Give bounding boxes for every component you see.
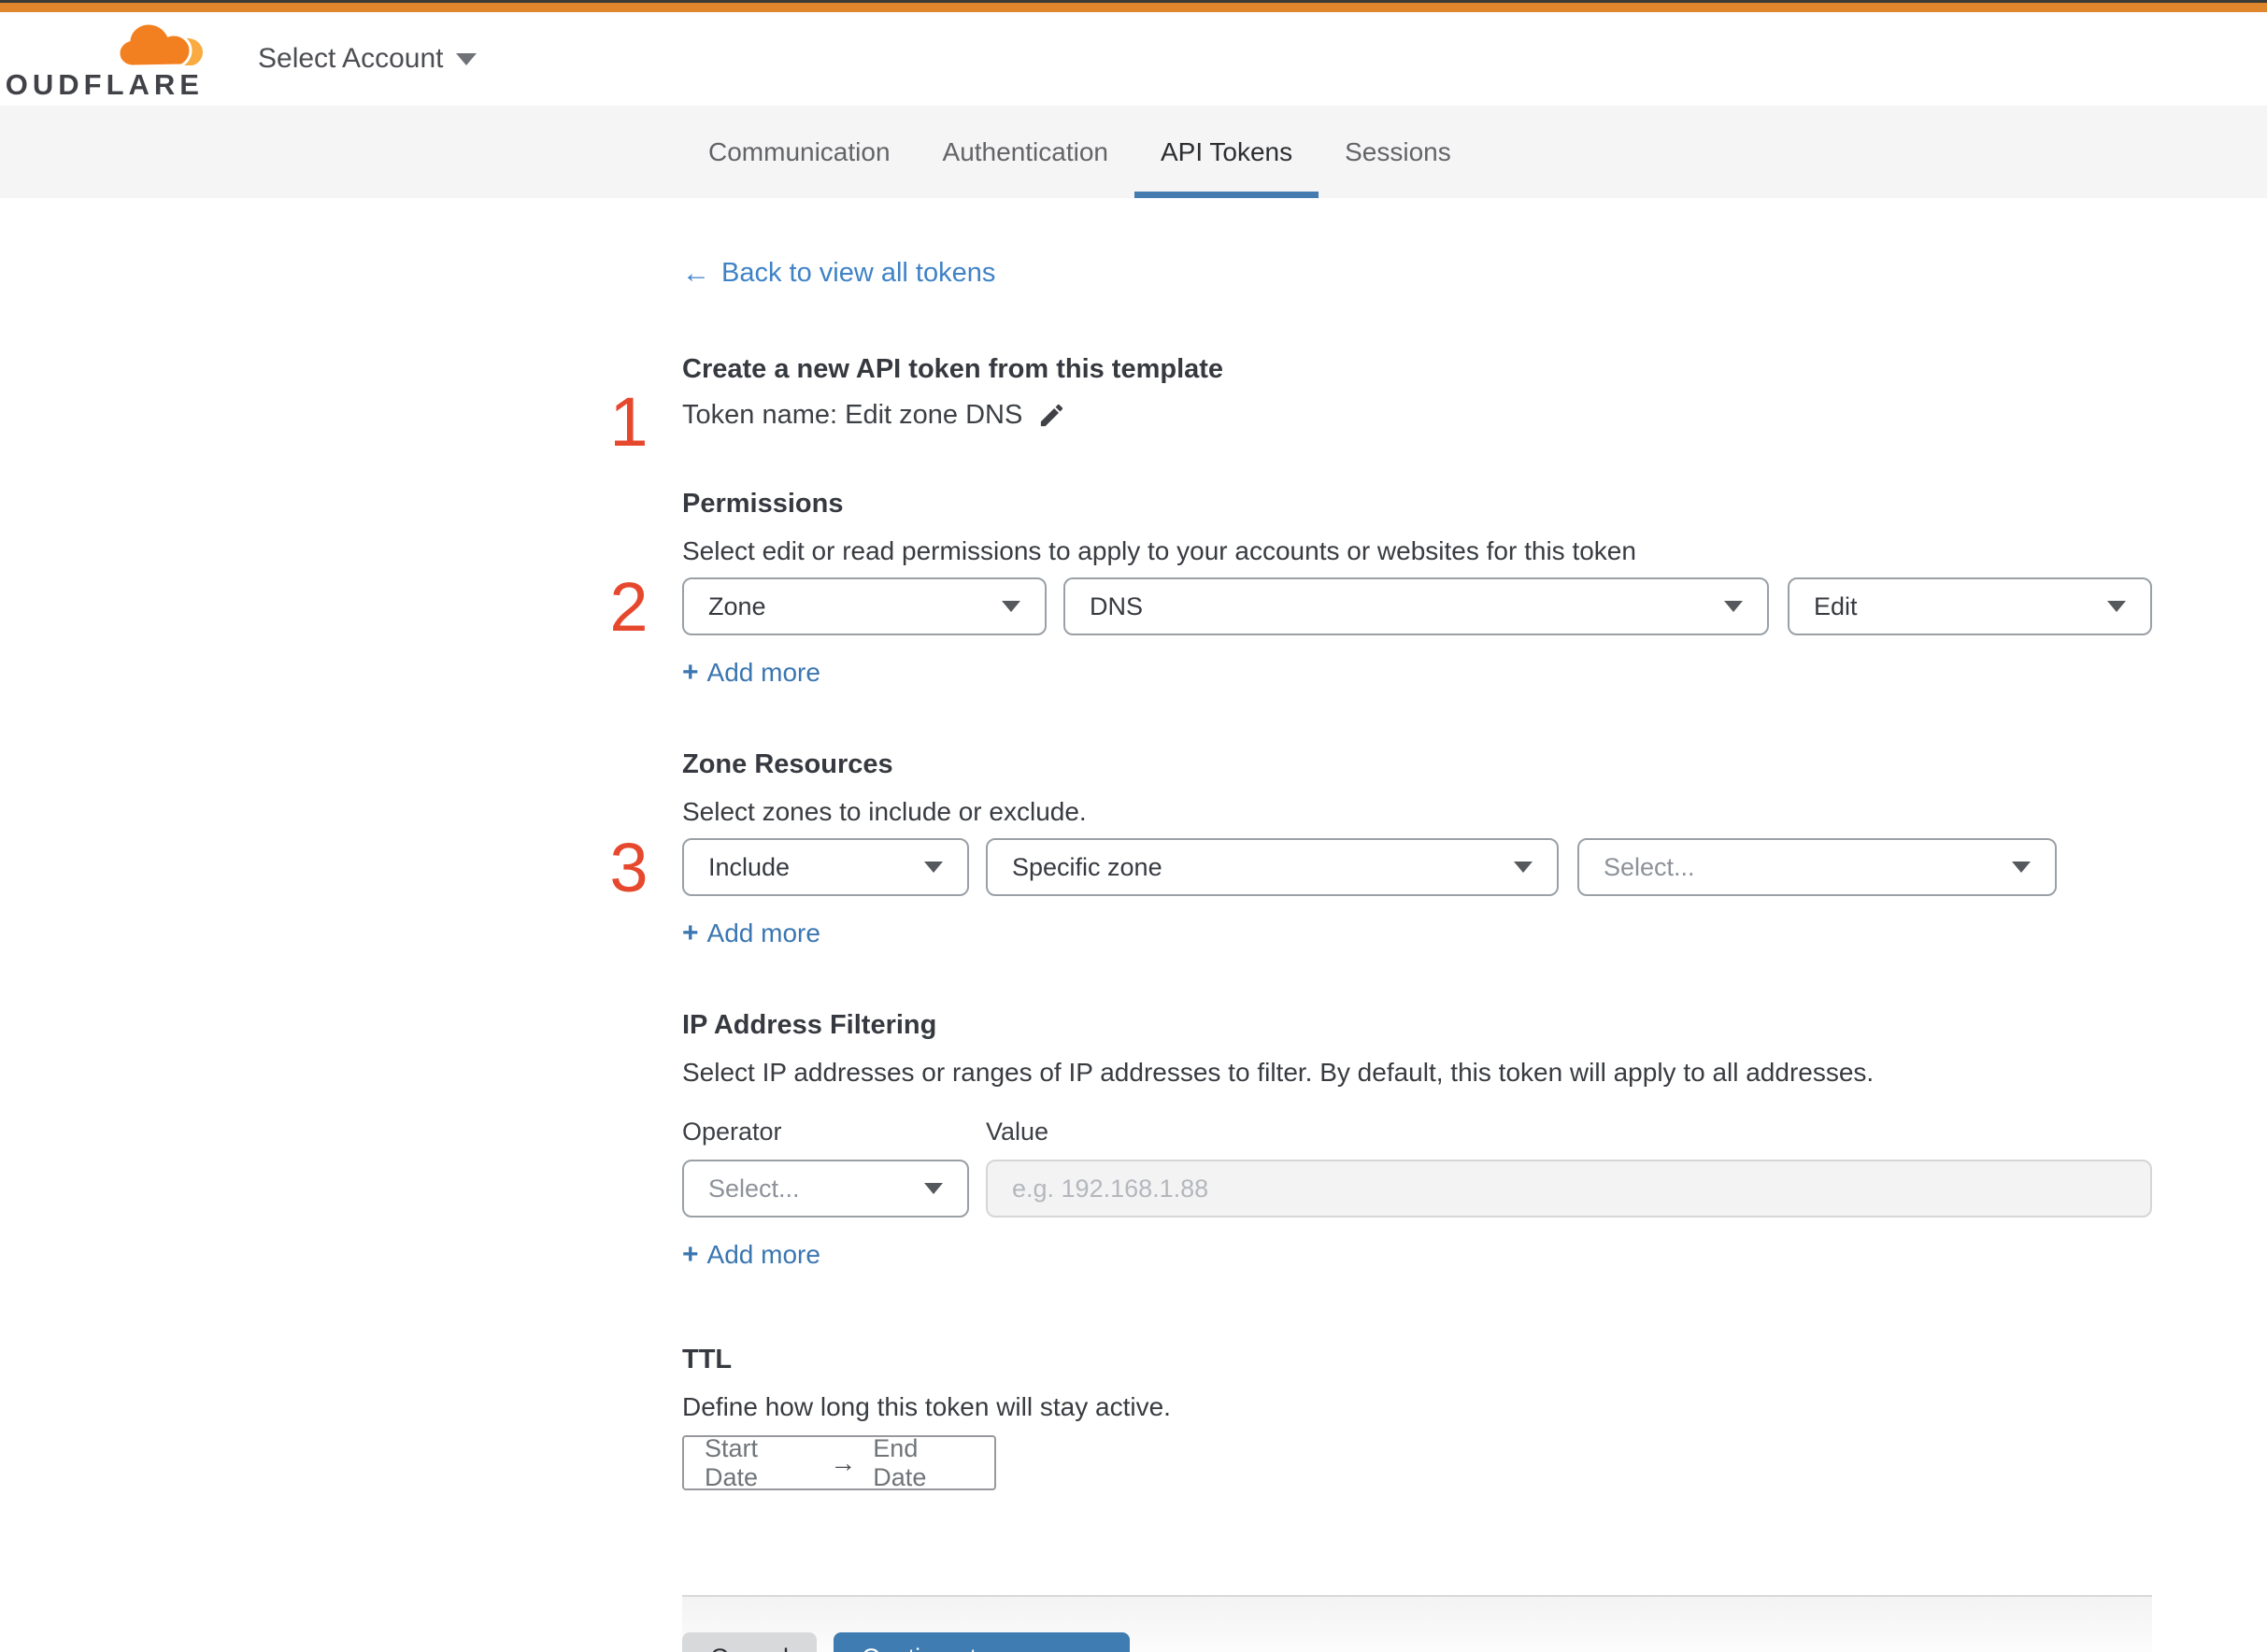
- ip-operator-placeholder: Select...: [708, 1174, 800, 1203]
- page: CLOUDFLARE Select Account Communication …: [0, 0, 2267, 1652]
- value-label: Value: [986, 1118, 1049, 1146]
- chevron-down-icon: [2012, 862, 2031, 873]
- operator-label: Operator: [682, 1118, 782, 1146]
- ip-filtering-labels: Operator Value: [682, 1118, 2152, 1146]
- main-content: ← Back to view all tokens 1 Create a new…: [609, 198, 2152, 1652]
- add-more-label: Add more: [706, 1240, 820, 1269]
- token-name-row: Token name: Edit zone DNS: [682, 400, 2152, 431]
- chevron-down-icon: [924, 1183, 943, 1194]
- chevron-down-icon: [456, 52, 478, 65]
- ip-value-input[interactable]: [986, 1160, 2152, 1218]
- ip-filtering-row: Select...: [682, 1160, 2152, 1218]
- zone-resources-heading: Zone Resources: [682, 749, 893, 779]
- tab-sessions[interactable]: Sessions: [1319, 106, 1477, 198]
- ip-filtering-section: IP Address Filtering Select IP addresses…: [682, 1010, 2152, 1270]
- plus-icon: +: [682, 1239, 699, 1270]
- ttl-description: Define how long this token will stay act…: [682, 1392, 1171, 1421]
- start-date-placeholder: Start Date: [705, 1433, 759, 1491]
- permissions-description: Select edit or read permissions to apply…: [682, 536, 1636, 565]
- permission-scope-select[interactable]: Zone: [682, 577, 1047, 635]
- chevron-down-icon: [1002, 601, 1020, 612]
- tab-api-tokens[interactable]: API Tokens: [1134, 106, 1319, 198]
- chevron-down-icon: [1514, 862, 1533, 873]
- permission-service-select[interactable]: DNS: [1063, 577, 1769, 635]
- back-arrow-icon: ←: [682, 257, 710, 289]
- token-name-section: 1 Create a new API token from this templ…: [609, 354, 2152, 457]
- ttl-heading: TTL: [682, 1345, 733, 1374]
- page-title: Create a new API token from this templat…: [682, 354, 1224, 384]
- ip-operator-select[interactable]: Select...: [682, 1160, 969, 1218]
- tab-communication[interactable]: Communication: [682, 106, 917, 198]
- account-selector[interactable]: Select Account: [258, 43, 478, 75]
- action-footer: Cancel Continue to summary: [682, 1595, 2152, 1652]
- chevron-down-icon: [924, 862, 943, 873]
- permissions-row: 2 Zone DNS Edit: [609, 573, 2152, 642]
- pencil-icon: [1041, 404, 1063, 427]
- ttl-date-range-picker[interactable]: Start Date → End Date: [682, 1433, 996, 1491]
- zone-resources-description: Select zones to include or exclude.: [682, 797, 1087, 826]
- end-date-placeholder: End Date: [873, 1433, 927, 1491]
- plus-icon: +: [682, 918, 699, 948]
- edit-token-name-button[interactable]: [1037, 401, 1066, 430]
- zone-type-select[interactable]: Specific zone: [986, 838, 1559, 896]
- arrow-right-icon: →: [830, 1447, 857, 1477]
- chevron-down-icon: [2107, 601, 2126, 612]
- ip-filtering-add-more-link[interactable]: + Add more: [682, 1240, 820, 1270]
- zone-picker-select[interactable]: Select...: [1577, 838, 2057, 896]
- tab-bar: Communication Authentication API Tokens …: [0, 106, 2267, 198]
- step-number-1: 1: [609, 383, 649, 461]
- ttl-section: TTL Define how long this token will stay…: [682, 1345, 2152, 1491]
- zone-operator-select[interactable]: Include: [682, 838, 969, 896]
- plus-icon: +: [682, 657, 699, 688]
- back-to-tokens-link[interactable]: ← Back to view all tokens: [682, 258, 995, 289]
- permission-access-select[interactable]: Edit: [1788, 577, 2152, 635]
- tab-authentication[interactable]: Authentication: [917, 106, 1134, 198]
- zone-resources-section: Zone Resources Select zones to include o…: [609, 749, 2152, 948]
- permission-scope-value: Zone: [708, 591, 766, 620]
- token-name-label: Token name: Edit zone DNS: [682, 400, 1023, 430]
- zone-picker-placeholder: Select...: [1604, 852, 1695, 881]
- ip-filtering-description: Select IP addresses or ranges of IP addr…: [682, 1058, 1875, 1087]
- permissions-heading: Permissions: [682, 489, 844, 519]
- ip-filtering-heading: IP Address Filtering: [682, 1010, 937, 1040]
- permissions-section: Permissions Select edit or read permissi…: [609, 489, 2152, 688]
- chevron-down-icon: [1724, 601, 1743, 612]
- cloudflare-logo[interactable]: CLOUDFLARE: [0, 20, 204, 99]
- header: CLOUDFLARE Select Account: [0, 12, 2267, 106]
- cloudflare-wordmark: CLOUDFLARE: [0, 67, 204, 101]
- permission-service-value: DNS: [1090, 591, 1144, 620]
- cloudflare-cloud-icon: [117, 21, 203, 68]
- permission-access-value: Edit: [1814, 591, 1858, 620]
- continue-to-summary-button[interactable]: Continue to summary: [834, 1632, 1130, 1652]
- zone-type-value: Specific zone: [1012, 852, 1162, 881]
- zone-resources-add-more-link[interactable]: + Add more: [682, 919, 820, 948]
- add-more-label: Add more: [706, 658, 820, 687]
- zone-resources-row: 3 Include Specific zone Select...: [609, 833, 2152, 903]
- account-selector-label: Select Account: [258, 43, 444, 74]
- brand-accent-bar: [0, 3, 2267, 12]
- cancel-button[interactable]: Cancel: [682, 1632, 818, 1652]
- step-number-3: 3: [609, 829, 649, 906]
- permissions-add-more-link[interactable]: + Add more: [682, 658, 820, 688]
- step-number-2: 2: [609, 568, 649, 646]
- back-link-label: Back to view all tokens: [721, 258, 996, 288]
- zone-operator-value: Include: [708, 852, 791, 881]
- add-more-label: Add more: [706, 919, 820, 947]
